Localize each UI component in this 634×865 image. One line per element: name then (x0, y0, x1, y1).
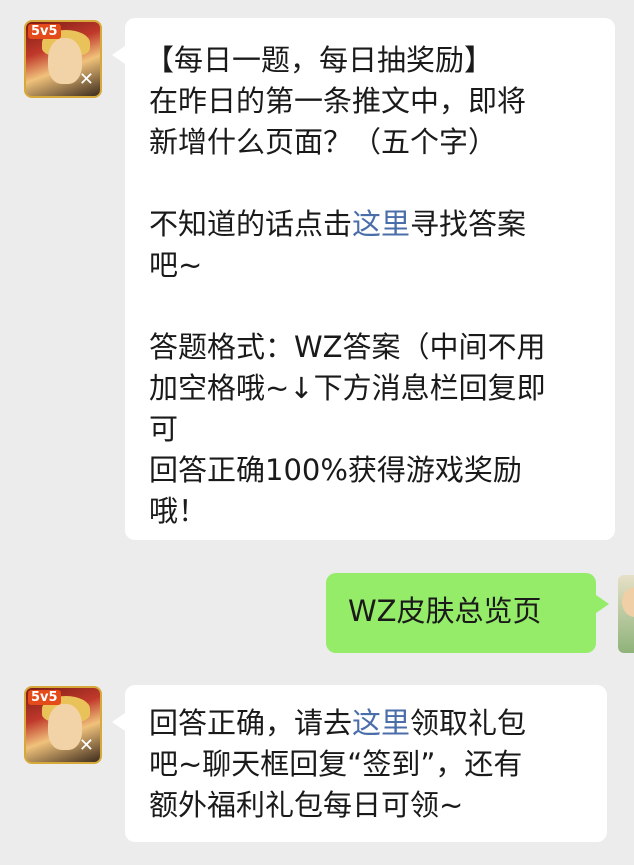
answer-line: 吧~聊天框回复“签到”，还有 (149, 747, 523, 781)
avatar-face (48, 38, 82, 84)
avatar-head (622, 587, 634, 617)
gift-link[interactable]: 这里 (352, 706, 410, 740)
hint-text: 寻找答案 (410, 207, 527, 241)
answer-text: 回答正确，请去 (149, 706, 353, 740)
sender-avatar[interactable]: 5v5 ✕ (24, 20, 102, 98)
hint-text: 不知道的话点击 (149, 207, 353, 241)
game-badge: 5v5 (28, 690, 61, 705)
message-line: 在昨日的第一条推文中，即将 (149, 84, 527, 118)
format-line: 答题格式：WZ答案（中间不用 (149, 330, 546, 364)
user-avatar[interactable] (618, 575, 634, 653)
avatar-face (48, 704, 82, 750)
answer-line: 额外福利礼包每日可领~ (149, 788, 464, 822)
sender-avatar[interactable]: 5v5 ✕ (24, 686, 102, 764)
answer-link[interactable]: 这里 (352, 207, 410, 241)
message-line: 【每日一题，每日抽奖励】 (145, 43, 494, 77)
format-line: 哦！ (149, 494, 208, 528)
message-bubble-answer[interactable]: 回答正确，请去这里领取礼包 吧~聊天框回复“签到”，还有 额外福利礼包每日可领~ (112, 685, 607, 842)
logo-mark-icon: ✕ (78, 69, 94, 90)
hint-line: 不知道的话点击这里寻找答案 (149, 204, 591, 245)
answer-line: 回答正确，请去这里领取礼包 (149, 703, 583, 744)
hint-line: 吧~ (149, 248, 203, 282)
format-line: 可 (149, 412, 179, 446)
message-line: 新增什么页面？（五个字） (149, 125, 498, 159)
format-line: 加空格哦~↓下方消息栏回复即 (149, 371, 546, 405)
reply-text: WZ皮肤总览页 (348, 594, 542, 628)
format-line: 回答正确100%获得游戏奖励 (149, 453, 522, 487)
game-badge: 5v5 (28, 24, 61, 39)
message-bubble-question[interactable]: 【每日一题，每日抽奖励】 在昨日的第一条推文中，即将 新增什么页面？（五个字） … (112, 18, 615, 540)
logo-mark-icon: ✕ (78, 735, 94, 756)
message-bubble-reply[interactable]: WZ皮肤总览页 (326, 573, 609, 653)
answer-text: 领取礼包 (410, 706, 527, 740)
